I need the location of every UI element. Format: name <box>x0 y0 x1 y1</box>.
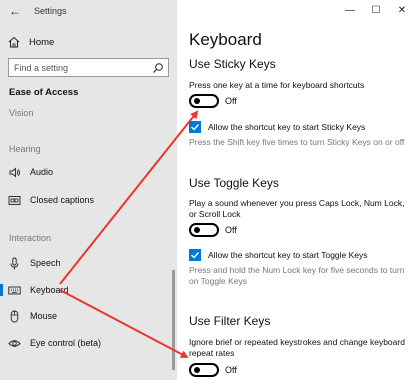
checkmark-icon <box>191 124 200 131</box>
keyboard-icon <box>8 286 21 294</box>
back-arrow-icon[interactable]: ← <box>9 4 21 18</box>
home-icon <box>8 36 20 48</box>
sticky-keys-toggle[interactable] <box>189 94 219 108</box>
group-hearing: Hearing <box>9 144 41 154</box>
filter-keys-description: Ignore brief or repeated keystrokes and … <box>189 337 405 358</box>
maximize-button[interactable]: ☐ <box>363 0 389 22</box>
eye-icon <box>8 339 21 347</box>
search-icon[interactable] <box>152 62 164 74</box>
sidebar-item-label: Speech <box>30 258 61 268</box>
sidebar-item-label: Keyboard <box>30 285 69 295</box>
sidebar-scrollbar[interactable] <box>172 270 175 370</box>
filter-keys-heading: Use Filter Keys <box>189 314 271 328</box>
speaker-icon <box>9 167 20 177</box>
sticky-keys-description: Press one key at a time for keyboard sho… <box>189 80 365 90</box>
toggle-keys-shortcut-label: Allow the shortcut key to start Toggle K… <box>208 250 368 260</box>
sticky-keys-toggle-state: Off <box>225 96 237 106</box>
toggle-keys-heading: Use Toggle Keys <box>189 176 279 190</box>
sidebar-item-keyboard[interactable]: Keyboard <box>0 281 177 299</box>
search-input[interactable]: Find a setting <box>8 58 169 77</box>
minimize-button[interactable]: — <box>337 0 363 22</box>
search-placeholder: Find a setting <box>14 63 69 73</box>
toggle-knob <box>194 227 200 233</box>
checkmark-icon <box>191 252 200 259</box>
toggle-keys-toggle[interactable] <box>189 223 219 237</box>
toggle-keys-shortcut-checkbox[interactable] <box>189 249 201 261</box>
close-button[interactable]: ✕ <box>389 0 415 22</box>
group-interaction: Interaction <box>9 233 52 243</box>
sidebar-item-audio[interactable]: Audio <box>0 163 177 181</box>
sticky-keys-note: Press the Shift key five times to turn S… <box>189 137 405 147</box>
toggle-keys-toggle-state: Off <box>225 225 237 235</box>
sidebar-item-label: Closed captions <box>30 195 95 205</box>
home-label: Home <box>29 36 55 48</box>
home-nav-item[interactable]: Home <box>8 34 168 50</box>
sidebar-item-eye-control[interactable]: Eye control (beta) <box>0 334 177 352</box>
sticky-keys-shortcut-label: Allow the shortcut key to start Sticky K… <box>208 122 366 132</box>
sidebar-item-mouse[interactable]: Mouse <box>0 307 177 325</box>
sticky-keys-shortcut-checkbox[interactable] <box>189 121 201 133</box>
sidebar-item-speech[interactable]: Speech <box>0 254 177 272</box>
toggle-keys-note: Press and hold the Num Lock key for five… <box>189 265 405 286</box>
settings-sidebar: ← Settings Home Find a setting Ease of A… <box>0 0 177 380</box>
filter-keys-toggle[interactable] <box>189 363 219 377</box>
sticky-keys-heading: Use Sticky Keys <box>189 57 276 71</box>
mouse-icon <box>10 310 19 322</box>
toggle-knob <box>194 367 200 373</box>
sidebar-item-label: Eye control (beta) <box>30 338 102 348</box>
keyboard-settings-page: — ☐ ✕ Keyboard Use Sticky Keys Press one… <box>177 0 415 380</box>
title-bar: ← Settings <box>0 0 177 24</box>
microphone-icon <box>10 257 19 269</box>
app-title: Settings <box>34 6 67 16</box>
closed-captions-icon <box>8 195 21 205</box>
toggle-knob <box>194 98 200 104</box>
page-title: Keyboard <box>189 30 262 49</box>
selection-indicator <box>0 284 3 296</box>
toggle-keys-description: Play a sound whenever you press Caps Loc… <box>189 198 405 219</box>
sidebar-item-closed-captions[interactable]: Closed captions <box>0 191 177 209</box>
sidebar-item-label: Audio <box>30 167 54 177</box>
section-title: Ease of Access <box>9 87 79 98</box>
sidebar-item-label: Mouse <box>30 311 58 321</box>
group-vision: Vision <box>9 108 34 118</box>
window-controls: — ☐ ✕ <box>337 0 415 22</box>
filter-keys-toggle-state: Off <box>225 365 237 375</box>
